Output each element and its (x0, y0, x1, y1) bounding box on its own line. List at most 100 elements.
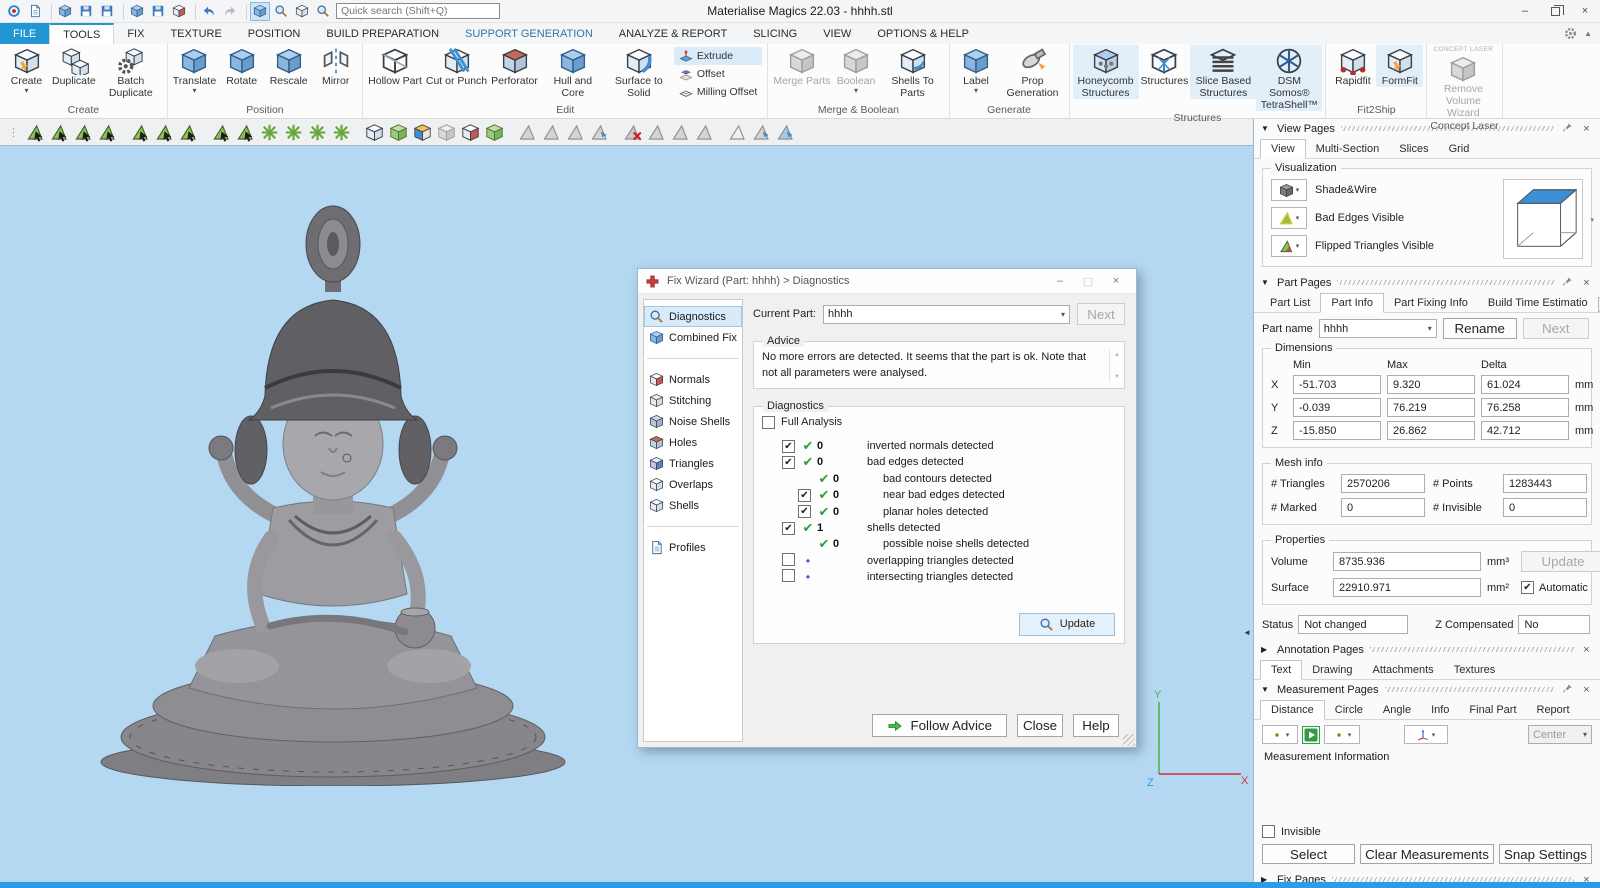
ribbon-button-hollow-part[interactable]: Hollow Part (366, 45, 424, 87)
ribbon-button-merge-parts[interactable]: Merge Parts (771, 45, 832, 87)
y-delta-field[interactable]: 76.258 (1481, 398, 1569, 417)
update-properties-button[interactable]: Update (1521, 551, 1600, 572)
ribbon-button-rotate[interactable]: Rotate (218, 45, 265, 87)
ribbon-button-boolean[interactable]: Boolean▾ (833, 45, 880, 95)
select-button[interactable]: Select (1262, 844, 1355, 864)
menu-tab-texture[interactable]: TEXTURE (157, 23, 234, 44)
triangle-tool-disabled-1-button[interactable] (516, 121, 539, 144)
tab-info[interactable]: Info (1421, 701, 1459, 719)
minimize-button[interactable]: – (1510, 0, 1540, 22)
advice-scrollbar[interactable]: ▲▼ (1109, 350, 1124, 382)
close-panel-icon[interactable]: × (1580, 123, 1593, 135)
tab-build-time-estimatio[interactable]: Build Time Estimatio (1478, 294, 1598, 312)
menu-tab-view[interactable]: VIEW (810, 23, 864, 44)
tab-final-part[interactable]: Final Part (1459, 701, 1526, 719)
snap-settings-button[interactable]: Snap Settings (1499, 844, 1592, 864)
ribbon-button-milling-offset[interactable]: Milling Offset (674, 83, 763, 101)
wizard-page-profiles[interactable]: Profiles (644, 537, 742, 558)
close-panel-icon[interactable]: × (1580, 684, 1593, 696)
shell-view-button[interactable] (483, 121, 506, 144)
tab-textures[interactable]: Textures (1444, 661, 1506, 679)
pin-icon[interactable] (1561, 276, 1574, 290)
ribbon-button-offset[interactable]: Offset (674, 65, 763, 83)
grow-marking-button[interactable] (330, 121, 353, 144)
shade-part-view-button[interactable] (363, 121, 386, 144)
invisible-field[interactable]: 0 (1503, 498, 1587, 517)
wizard-page-holes[interactable]: Holes (644, 432, 742, 453)
triangle-tool-disabled-5-button[interactable] (669, 121, 692, 144)
collapse-arrow-icon[interactable]: ▼ (1261, 685, 1271, 694)
zoom-in-button[interactable] (313, 2, 333, 21)
center-mode-select[interactable]: Center (1528, 725, 1592, 744)
triangle-tool-blue-button[interactable] (588, 121, 611, 144)
transparent-view-button[interactable] (435, 121, 458, 144)
unmark-all-button[interactable] (282, 121, 305, 144)
mark-shell-button[interactable] (96, 121, 119, 144)
wizard-page-noise-shells[interactable]: Noise Shells (644, 411, 742, 432)
restore-button[interactable] (1540, 0, 1570, 22)
tab-multi-section[interactable]: Multi-Section (1306, 140, 1390, 158)
tab-distance[interactable]: Distance (1260, 700, 1325, 720)
triangle-tool-blue-2-button[interactable] (750, 121, 773, 144)
expand-arrow-icon[interactable]: ▶ (1261, 875, 1271, 882)
import-part-button[interactable] (55, 2, 75, 21)
tab-angle[interactable]: Angle (1373, 701, 1421, 719)
coordinate-mode-selector[interactable] (1404, 725, 1448, 744)
z-delta-field[interactable]: 42.712 (1481, 421, 1569, 440)
update-button[interactable]: Update (1019, 613, 1115, 636)
triangle-tool-disabled-6-button[interactable] (693, 121, 716, 144)
activate-measurement-button[interactable] (1302, 726, 1320, 744)
mark-plane-button[interactable] (48, 121, 71, 144)
view-part-button[interactable] (292, 2, 312, 21)
ellipse-marking-button[interactable] (153, 121, 176, 144)
wizard-page-diagnostics[interactable]: Diagnostics (644, 306, 742, 327)
ribbon-button-mirror[interactable]: Mirror (312, 45, 359, 87)
triangles-field[interactable]: 2570206 (1341, 474, 1425, 493)
tab-part-info[interactable]: Part Info (1320, 293, 1384, 313)
next-part-button[interactable]: Next (1523, 318, 1589, 339)
clear-measurements-button[interactable]: Clear Measurements (1360, 844, 1494, 864)
menu-tab-support-generation[interactable]: SUPPORT GENERATION (452, 23, 606, 44)
resize-grip[interactable] (1123, 734, 1135, 746)
collapse-arrow-icon[interactable]: ▼ (1261, 278, 1271, 287)
wizard-page-combined-fix[interactable]: Combined Fix (644, 327, 742, 348)
ribbon-button-prop-generation[interactable]: Prop Generation (1000, 45, 1066, 99)
y-min-field[interactable]: -0.039 (1293, 398, 1381, 417)
mark-curved-surface-button[interactable] (72, 121, 95, 144)
fix-pages-header[interactable]: ▶ Fix Pages × (1254, 870, 1600, 882)
wizard-page-normals[interactable]: Normals (644, 369, 742, 390)
automatic-checkbox[interactable] (1521, 581, 1534, 594)
rename-button[interactable]: Rename (1443, 318, 1517, 339)
second-point-selector[interactable] (1324, 725, 1360, 744)
next-button[interactable]: Next (1077, 303, 1125, 325)
x-max-field[interactable]: 9.320 (1387, 375, 1475, 394)
invert-marking-button[interactable] (306, 121, 329, 144)
ribbon-button-remove-volume-wizard[interactable]: CONCEPT LASERRemove Volume Wizard (1430, 45, 1496, 119)
overlapping-triangles-detected-checkbox[interactable] (782, 553, 795, 566)
first-point-selector[interactable] (1262, 725, 1298, 744)
ribbon-button-dsm-somos-tetrashell[interactable]: DSM Somos® TetraShell™ (1256, 45, 1322, 111)
close-panel-icon[interactable]: × (1580, 644, 1593, 656)
delete-marked-button[interactable] (621, 121, 644, 144)
tab-drawing[interactable]: Drawing (1302, 661, 1362, 679)
tab-slices[interactable]: Slices (1389, 140, 1438, 158)
pin-icon[interactable] (1561, 122, 1574, 136)
part-pages-header[interactable]: ▼ Part Pages × (1254, 273, 1600, 292)
surface-field[interactable]: 22910.971 (1333, 578, 1481, 597)
ribbon-button-hull-and-core[interactable]: Hull and Core (540, 45, 606, 99)
close-panel-icon[interactable]: × (1580, 277, 1593, 289)
dialog-maximize-button[interactable]: ▢ (1075, 272, 1101, 291)
ribbon-button-honeycomb-structures[interactable]: Honeycomb Structures (1073, 45, 1139, 99)
inverted-normals-detected-checkbox[interactable] (782, 440, 795, 453)
annotation-pages-header[interactable]: ▶ Annotation Pages × (1254, 640, 1600, 659)
panel-splitter-handle[interactable]: ◄ (1243, 628, 1251, 637)
z-min-field[interactable]: -15.850 (1293, 421, 1381, 440)
shells-detected-checkbox[interactable] (782, 522, 795, 535)
ribbon-button-rescale[interactable]: Rescale (265, 45, 312, 87)
dialog-close-button[interactable]: × (1103, 272, 1129, 291)
tab-part-list[interactable]: Part List (1260, 294, 1320, 312)
ribbon-button-formfit[interactable]: FormFit (1376, 45, 1423, 87)
close-panel-icon[interactable]: × (1580, 874, 1593, 883)
menu-tab-slicing[interactable]: SLICING (740, 23, 810, 44)
ribbon-button-batch-duplicate[interactable]: svg">Batch Duplicate (98, 45, 164, 99)
